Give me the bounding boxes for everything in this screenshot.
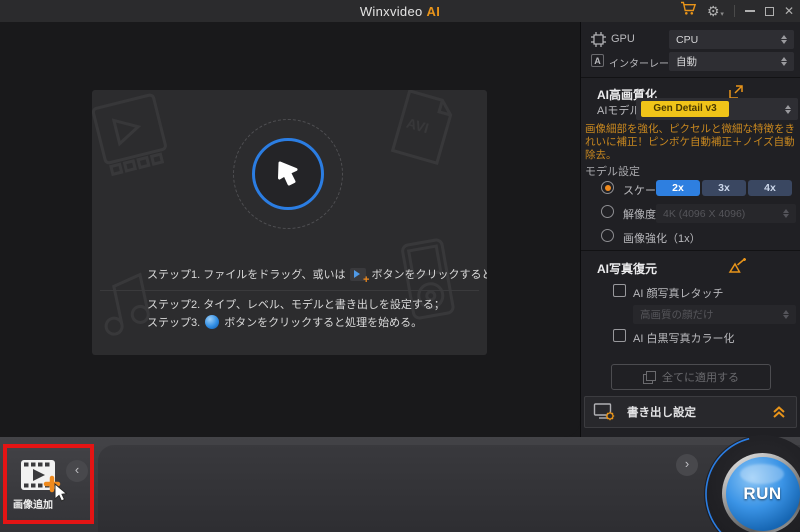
cursor-arrow-icon bbox=[278, 161, 298, 186]
updown-icon bbox=[783, 209, 789, 218]
steps-divider bbox=[100, 290, 479, 291]
app-name-accent: AI bbox=[426, 3, 441, 19]
app-name: Winxvideo bbox=[359, 3, 423, 19]
avi-file-watermark-icon: AVI bbox=[390, 90, 453, 166]
model-value-pill[interactable]: Gen Detail v3 bbox=[641, 101, 729, 117]
app-title: Winxvideo AI bbox=[360, 4, 440, 19]
step-1-instruction: ステップ1. ファイルをドラッグ、或いは ボタンをクリックすると画像を読込む； bbox=[147, 266, 487, 286]
close-button[interactable]: ✕ bbox=[784, 5, 794, 17]
resolution-radio[interactable] bbox=[601, 205, 614, 218]
section-divider bbox=[581, 77, 800, 78]
model-settings-label: モデル設定 bbox=[585, 166, 640, 178]
title-bar: Winxvideo AI ⚙ ▾ ✕ bbox=[0, 0, 800, 22]
film-watermark-icon bbox=[92, 93, 167, 177]
model-description: 画像細部を強化、ピクセルと微細な特徴をきれいに補正！ピンボケ自動補正＋ノイズ自動… bbox=[585, 123, 795, 161]
section-divider bbox=[581, 250, 800, 251]
titlebar-divider bbox=[733, 5, 735, 17]
settings-gear-icon[interactable]: ⚙ ▾ bbox=[707, 4, 724, 18]
scroll-right-button[interactable]: › bbox=[676, 454, 698, 476]
svg-text:AVI: AVI bbox=[405, 115, 431, 137]
export-settings-label: 書き出し設定 bbox=[627, 407, 696, 419]
export-settings-icon bbox=[593, 403, 615, 421]
add-image-mini-icon bbox=[350, 267, 369, 286]
model-label: AIモデル bbox=[597, 105, 641, 117]
drop-target-button[interactable] bbox=[252, 138, 324, 210]
double-chevron-up-icon[interactable] bbox=[772, 405, 786, 419]
updown-icon bbox=[783, 310, 789, 319]
enhance-label: 画像強化（1x） bbox=[623, 233, 701, 245]
face-quality-select: 高画質の顔だけ bbox=[633, 305, 796, 324]
copy-icon bbox=[643, 371, 656, 384]
scale-3x-button[interactable]: 3x bbox=[702, 180, 746, 196]
resolution-label: 解像度 bbox=[623, 209, 656, 221]
gpu-select[interactable]: CPU bbox=[669, 30, 794, 49]
face-retouch-checkbox[interactable] bbox=[613, 284, 626, 297]
step-3-instruction: ステップ3. ボタンをクリックすると処理を始める。 bbox=[147, 315, 423, 329]
add-image-label: 画像追加 bbox=[13, 500, 53, 511]
scale-4x-button[interactable]: 4x bbox=[748, 180, 792, 196]
gpu-label: GPU bbox=[611, 33, 635, 45]
apply-all-button[interactable]: 全てに適用する bbox=[611, 364, 771, 390]
deinterlace-select[interactable]: 自動 bbox=[669, 52, 794, 71]
colorize-label: AI 白黒写真カラー化 bbox=[633, 333, 735, 345]
export-settings-row[interactable]: 書き出し設定 bbox=[584, 396, 797, 428]
restore-section-title: AI写真復元 bbox=[597, 262, 658, 276]
updown-icon bbox=[781, 35, 787, 44]
face-retouch-label: AI 顔写真レタッチ bbox=[633, 288, 724, 300]
minimize-button[interactable] bbox=[744, 10, 755, 12]
image-drop-zone[interactable]: AVI ステップ1. ファイルをドラッグ、或いは ボタンをクリックすると画像を読… bbox=[92, 90, 487, 355]
winxvideo-ai-window: Winxvideo AI ⚙ ▾ ✕ AVI ステップ1. ファイルをドラッグ、… bbox=[0, 0, 800, 532]
settings-panel: GPU CPU A インターレース解除 自動 AI高画質化 AIモデル Gen … bbox=[580, 22, 800, 437]
run-button[interactable]: RUN bbox=[725, 456, 800, 531]
photo-restore-icon bbox=[728, 258, 746, 273]
scale-radio[interactable] bbox=[601, 181, 614, 194]
resolution-select: 4K (4096 X 4096) bbox=[656, 204, 796, 223]
colorize-checkbox[interactable] bbox=[613, 329, 626, 342]
enhance-radio[interactable] bbox=[601, 229, 614, 242]
updown-icon bbox=[785, 104, 791, 114]
bottom-bar: ‹ › RUN 画像追加 bbox=[0, 435, 800, 532]
updown-icon bbox=[781, 57, 787, 66]
main-content-area: AVI ステップ1. ファイルをドラッグ、或いは ボタンをクリックすると画像を読… bbox=[0, 22, 580, 437]
model-select[interactable]: Gen Detail v3 bbox=[636, 98, 798, 120]
run-button-rim: RUN bbox=[722, 453, 800, 532]
step-2-instruction: ステップ2. タイプ、レベル、モデルと書き出しを設定する； bbox=[147, 299, 445, 311]
scale-2x-button[interactable]: 2x bbox=[656, 180, 700, 196]
highlight-red-box: 画像追加 bbox=[3, 444, 94, 524]
cart-icon[interactable] bbox=[680, 1, 697, 21]
gpu-chip-icon bbox=[591, 32, 606, 47]
run-mini-icon bbox=[205, 315, 220, 329]
deinterlace-icon: A bbox=[591, 54, 604, 67]
maximize-button[interactable] bbox=[764, 6, 774, 16]
scale-options: 2x 3x 4x bbox=[656, 180, 792, 196]
